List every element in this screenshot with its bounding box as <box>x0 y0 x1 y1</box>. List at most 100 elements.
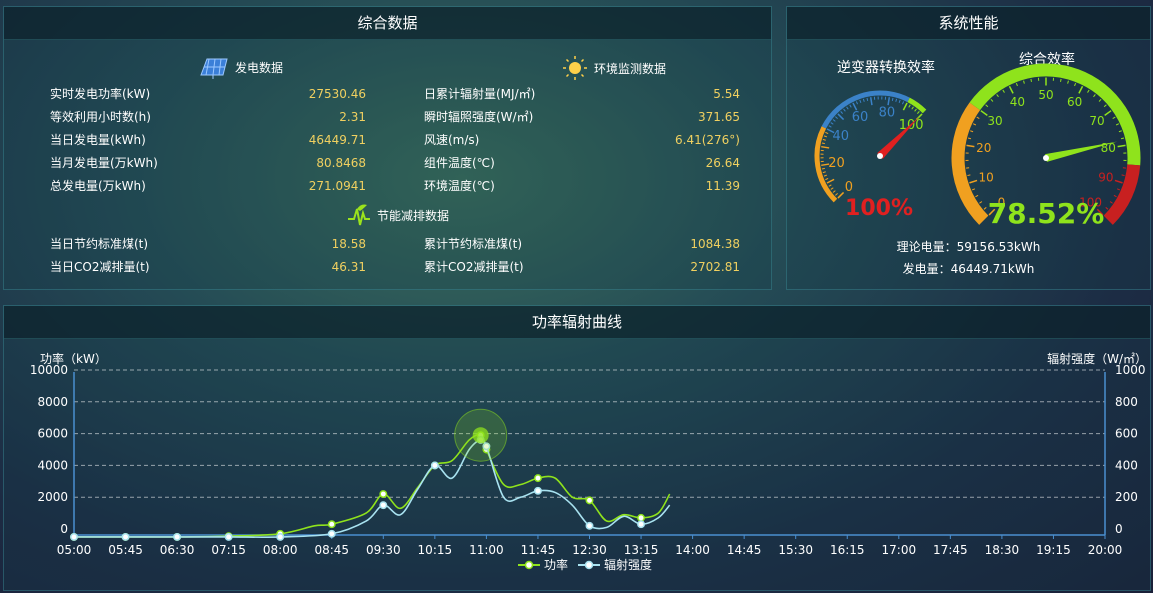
summary-title: 综合数据 <box>4 7 771 40</box>
gauge-tick <box>976 116 980 119</box>
gauge-tick <box>1116 188 1121 191</box>
gauge-tick-label: 70 <box>1089 114 1104 128</box>
x-tick-label: 07:15 <box>211 543 246 557</box>
data-row-label: 组件温度(℃) <box>424 156 495 170</box>
data-row-value: 46449.71 <box>308 133 366 147</box>
gauge-tick <box>990 98 994 102</box>
data-row: 风速(m/s) 6.41(276°) <box>424 131 740 149</box>
data-row-label: 累计节约标准煤(t) <box>424 237 523 251</box>
data-point <box>534 486 542 495</box>
generated-energy: 发电量：46449.71kWh <box>902 262 1035 276</box>
legend-label: 功率 <box>544 557 568 572</box>
left-tick-label: 10000 <box>30 363 68 377</box>
gauge-tick <box>830 122 834 125</box>
gauge-tick <box>832 190 836 193</box>
gauge-tick <box>846 106 849 110</box>
gauge-tick <box>967 137 972 140</box>
solar-panel-icon <box>200 58 228 79</box>
saving-data-heading: 节能减排数据 <box>347 203 449 227</box>
data-row-label: 等效利用小时数(h) <box>50 110 151 124</box>
env-heading-text: 环境监测数据 <box>594 61 667 76</box>
gauge-tick-label: 20 <box>828 156 845 171</box>
gauge-tick <box>980 110 988 116</box>
gauge-tick <box>855 101 859 105</box>
gauge-tick <box>832 119 836 122</box>
x-tick-label: 14:00 <box>675 543 710 557</box>
sun-icon <box>563 56 587 80</box>
data-row-label: 当日发电量(kWh) <box>50 133 146 147</box>
gauge-tick <box>821 145 830 149</box>
x-tick-label: 05:00 <box>57 543 92 557</box>
gauge-tick-label: 50 <box>1038 88 1053 102</box>
gauge-tick <box>1023 80 1025 84</box>
gauge-tick <box>837 113 845 121</box>
data-row-label: 当日节约标准煤(t) <box>50 237 149 251</box>
gauge-tick <box>1093 94 1096 98</box>
performance-title: 系统性能 <box>787 7 1150 40</box>
data-point <box>379 490 388 498</box>
gauge-tick <box>821 142 825 145</box>
gauge-tick <box>985 104 989 108</box>
right-tick-label: 1000 <box>1115 363 1146 377</box>
data-row-value: 271.0941 <box>308 179 366 193</box>
left-tick-label: 2000 <box>37 490 68 504</box>
left-tick-label: 8000 <box>37 395 68 409</box>
gauge-tick <box>826 178 835 184</box>
legend-marker <box>524 560 534 570</box>
data-point <box>173 533 182 541</box>
x-tick-label: 16:15 <box>830 543 865 557</box>
gauge-tick-label: 60 <box>1067 95 1082 109</box>
data-row-value: 371.65 <box>698 110 740 124</box>
gauge-tick-label: 30 <box>987 114 1002 128</box>
data-row: 当月发电量(万kWh) 80.8468 <box>50 154 366 172</box>
x-tick-label: 20:00 <box>1088 543 1123 557</box>
gauge-tick-label: 40 <box>1010 95 1025 109</box>
data-row-value: 18.58 <box>331 237 366 251</box>
gauge-tick <box>1120 137 1125 140</box>
data-row: 累计CO2减排量(t) 2702.81 <box>424 258 740 276</box>
gauge-tick <box>902 102 908 111</box>
x-tick-label: 15:30 <box>778 543 813 557</box>
gauge-tick <box>1015 82 1018 87</box>
power-data-heading: 发电数据 <box>197 55 283 79</box>
power-radiation-chart: 功率（kW） 辐射强度（W/㎡） 02000400060008000100000… <box>30 351 1147 572</box>
gauge-tick <box>837 191 845 199</box>
left-tick-label: 0 <box>60 522 68 536</box>
x-tick-label: 11:45 <box>521 543 556 557</box>
gauge-tick <box>843 108 846 112</box>
gauge-tick <box>908 104 911 108</box>
data-row: 当日节约标准煤(t) 18.58 <box>50 235 366 253</box>
gauge-tick-label: 10 <box>978 170 993 184</box>
data-row: 当日CO2减排量(t) 46.31 <box>50 258 366 276</box>
data-row-label: 当日CO2减排量(t) <box>50 260 150 274</box>
x-tick-label: 09:30 <box>366 543 401 557</box>
data-row-value: 46.31 <box>331 260 366 274</box>
data-row: 实时发电功率(kW) 27530.46 <box>50 85 366 103</box>
data-row-value: 5.54 <box>713 87 740 101</box>
gauge-tick <box>869 97 873 106</box>
gauge-tick <box>859 99 862 104</box>
gauge-tick <box>975 194 979 198</box>
data-row-label: 环境温度(℃) <box>424 179 495 193</box>
gauge-tick <box>1087 89 1090 93</box>
right-tick-label: 0 <box>1115 522 1123 536</box>
chart-legend[interactable]: 功率 辐射强度 <box>518 557 652 572</box>
gauge-tick <box>979 201 983 204</box>
gauge-tick <box>823 135 828 138</box>
data-row-value: 2.31 <box>339 110 366 124</box>
gauge-tick-label: 20 <box>976 141 991 155</box>
right-tick-label: 200 <box>1115 490 1138 504</box>
right-tick-label: 400 <box>1115 458 1138 472</box>
data-row: 等效利用小时数(h) 2.31 <box>50 108 366 126</box>
gauge-tick <box>830 187 834 190</box>
data-row: 当日发电量(kWh) 46449.71 <box>50 131 366 149</box>
data-row-label: 实时发电功率(kW) <box>50 87 151 101</box>
data-point <box>121 533 130 541</box>
gauge-tick <box>862 98 865 102</box>
gauge-tick <box>891 97 894 101</box>
data-row-value: 26.64 <box>705 156 740 170</box>
x-tick-label: 13:15 <box>624 543 659 557</box>
power-heading-text: 发电数据 <box>235 60 284 75</box>
gauge-tick <box>1098 98 1102 102</box>
gauge-tick <box>823 174 828 177</box>
